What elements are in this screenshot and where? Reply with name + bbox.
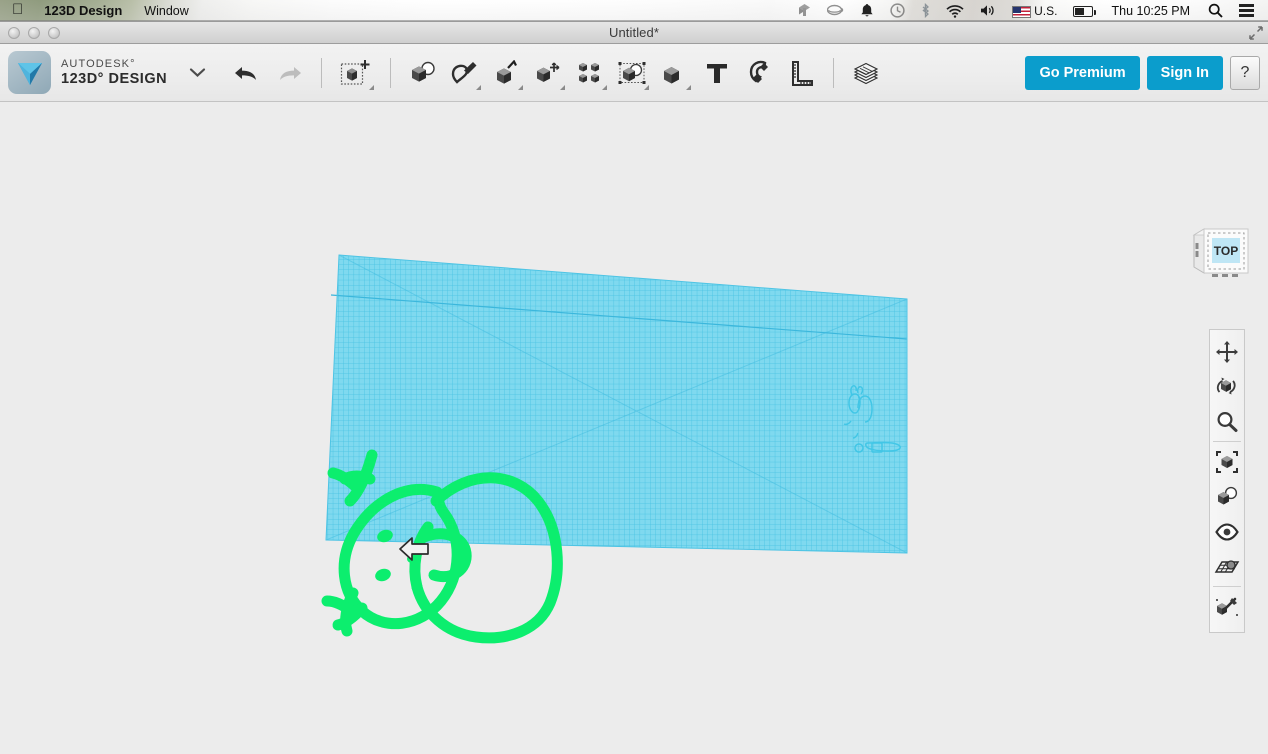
toolbar-divider bbox=[833, 57, 835, 88]
dropdown-caret-icon[interactable] bbox=[644, 84, 650, 90]
combine-button[interactable] bbox=[654, 51, 696, 95]
toolbar-right-actions: Go Premium Sign In ? bbox=[1025, 55, 1268, 90]
grouping-button[interactable] bbox=[612, 51, 654, 95]
dropdown-caret-icon[interactable] bbox=[476, 84, 482, 90]
dropdown-caret-icon[interactable] bbox=[369, 84, 375, 90]
notification-center-icon[interactable] bbox=[1231, 4, 1262, 17]
input-language-indicator[interactable]: U.S. bbox=[1004, 0, 1065, 22]
window-title: Untitled* bbox=[608, 25, 660, 40]
go-premium-button[interactable]: Go Premium bbox=[1025, 55, 1140, 90]
orbit-cube-icon[interactable] bbox=[1210, 369, 1244, 404]
redo-button[interactable] bbox=[268, 51, 310, 95]
magnet-snap-button[interactable] bbox=[738, 51, 780, 95]
modify-button[interactable] bbox=[528, 51, 570, 95]
menu-app-name[interactable]: 123D Design bbox=[33, 0, 133, 22]
magnifier-zoom-icon[interactable] bbox=[1210, 404, 1244, 439]
navigation-toolbar bbox=[1209, 329, 1245, 633]
pattern-button[interactable] bbox=[570, 51, 612, 95]
fit-bracket-cube-icon[interactable] bbox=[1210, 444, 1244, 479]
volume-icon[interactable] bbox=[972, 4, 1004, 17]
construct-button[interactable] bbox=[486, 51, 528, 95]
menu-clock[interactable]: Thu 10:25 PM bbox=[1101, 0, 1200, 22]
visual-style-cube-sphere-icon[interactable] bbox=[1210, 479, 1244, 514]
toolbar-tools bbox=[226, 51, 887, 95]
dropdown-caret-icon[interactable] bbox=[602, 84, 608, 90]
app-toolbar: AUTODESK° 123D° DESIGN Go Premium Sign I… bbox=[0, 44, 1268, 102]
sign-in-button[interactable]: Sign In bbox=[1146, 55, 1223, 90]
eye-visibility-icon[interactable] bbox=[1210, 514, 1244, 549]
dropdown-caret-icon[interactable] bbox=[518, 84, 524, 90]
3d-viewport[interactable]: TOP bbox=[0, 103, 1268, 754]
menu-window[interactable]: Window bbox=[133, 0, 199, 22]
viewcube-face-label: TOP bbox=[1214, 244, 1238, 258]
primitives-button[interactable] bbox=[402, 51, 444, 95]
brand-line-2: 123D° DESIGN bbox=[61, 70, 168, 87]
grid-plane bbox=[325, 254, 908, 554]
apple-logo-icon[interactable]:  bbox=[8, 0, 33, 21]
brand-line-1: AUTODESK° bbox=[61, 58, 136, 71]
toolbar-divider bbox=[390, 57, 392, 88]
brand-block: AUTODESK° 123D° DESIGN bbox=[0, 51, 206, 94]
cube-broom-icon[interactable] bbox=[1210, 589, 1244, 624]
us-flag-icon bbox=[1012, 5, 1032, 18]
toolbar-divider bbox=[321, 57, 323, 88]
transform-button[interactable] bbox=[333, 51, 379, 95]
dropdown-caret-icon[interactable] bbox=[560, 84, 566, 90]
wifi-icon[interactable] bbox=[938, 4, 972, 18]
autodesk-123d-logo-icon bbox=[8, 51, 51, 94]
battery-icon[interactable] bbox=[1065, 5, 1101, 17]
pan-move-icon[interactable] bbox=[1210, 334, 1244, 369]
navbar-divider bbox=[1213, 586, 1241, 587]
navbar-divider bbox=[1213, 441, 1241, 442]
dropbox-icon[interactable] bbox=[790, 3, 819, 18]
measure-button[interactable] bbox=[780, 51, 822, 95]
spotlight-search-icon[interactable] bbox=[1200, 3, 1231, 18]
window-title-bar: Untitled* bbox=[0, 22, 1268, 44]
materials-button[interactable] bbox=[845, 51, 887, 95]
help-button[interactable]: ? bbox=[1230, 55, 1260, 90]
brand-text: AUTODESK° 123D° DESIGN bbox=[61, 58, 167, 87]
chevron-down-icon[interactable] bbox=[189, 67, 206, 78]
bluetooth-icon[interactable] bbox=[913, 3, 938, 18]
view-cube[interactable]: TOP bbox=[1190, 221, 1252, 283]
grid-plane-icon[interactable] bbox=[1210, 549, 1244, 584]
text-button[interactable] bbox=[696, 51, 738, 95]
coffee-icon[interactable] bbox=[819, 4, 852, 17]
time-machine-icon[interactable] bbox=[882, 3, 913, 18]
bell-notification-icon[interactable] bbox=[852, 3, 882, 18]
undo-button[interactable] bbox=[226, 51, 268, 95]
input-language-label: U.S. bbox=[1034, 3, 1058, 18]
dropdown-caret-icon[interactable] bbox=[686, 84, 692, 90]
sketch-button[interactable] bbox=[444, 51, 486, 95]
mac-menu-bar:  123D Design Window U.S. Thu bbox=[0, 0, 1268, 22]
